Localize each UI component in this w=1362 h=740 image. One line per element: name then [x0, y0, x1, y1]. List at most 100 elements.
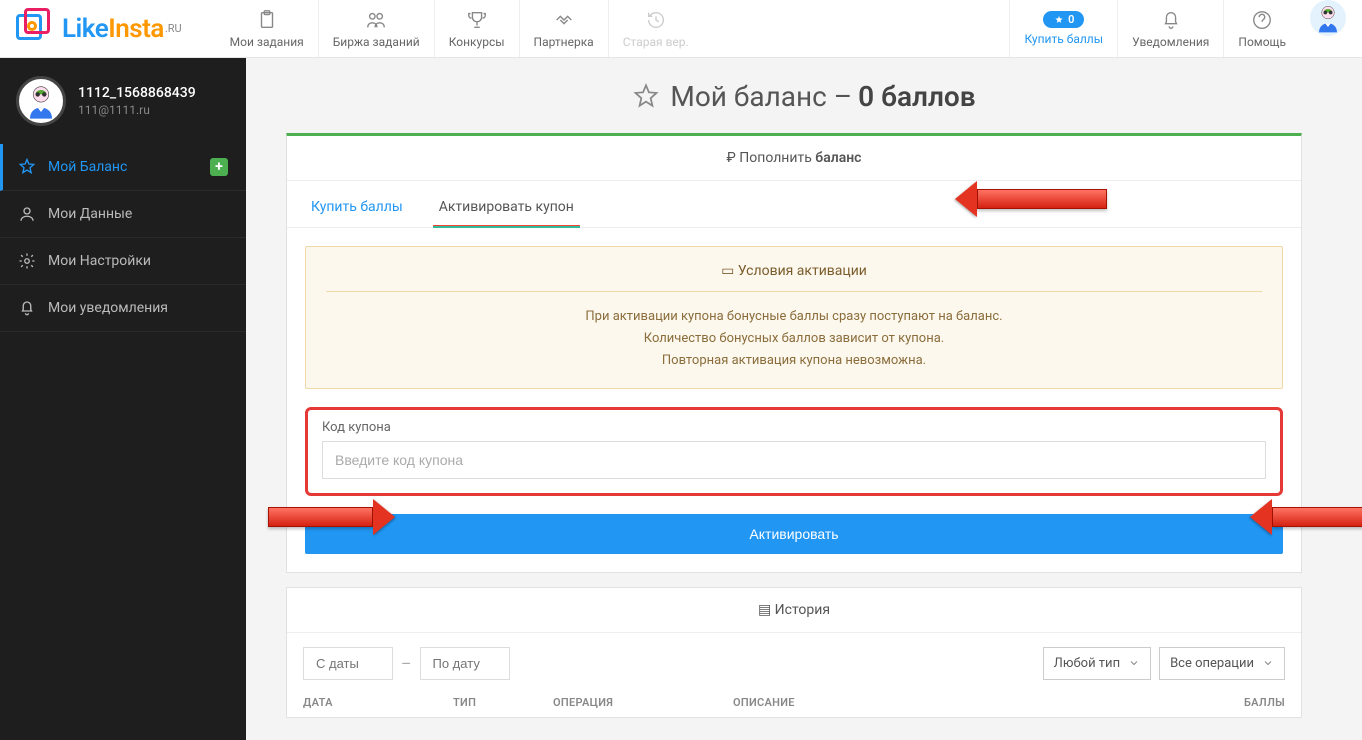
nav-buy-points[interactable]: 0 Купить баллы	[1009, 0, 1117, 57]
history-table-header: ДАТА ТИП ОПЕРАЦИЯ ОПИСАНИЕ БАЛЛЫ	[287, 680, 1301, 717]
coupon-label: Код купона	[322, 420, 1266, 435]
date-separator: –	[393, 654, 420, 673]
coupon-input-highlight: Код купона	[305, 407, 1283, 496]
tabs: Купить баллы Активировать купон	[287, 181, 1301, 228]
clipboard-icon	[256, 9, 278, 31]
nav-old-version[interactable]: Старая вер.	[608, 0, 703, 57]
select-label: Все операции	[1170, 656, 1254, 671]
top-nav-right: 0 Купить баллы Уведомления Помощь	[1009, 0, 1362, 57]
history-filters: – Любой тип Все операции	[287, 633, 1301, 680]
panel-body: ▭ Условия активации При активации купона…	[287, 228, 1301, 572]
panel-header: ₽ Пополнить баланс	[287, 136, 1301, 181]
nav-label: Помощь	[1238, 35, 1286, 49]
star-icon	[632, 83, 660, 111]
logo[interactable]: LikeInsta .RU	[0, 8, 196, 50]
alert-line: Повторная активация купона невозможна.	[326, 350, 1262, 372]
nav-notifications[interactable]: Уведомления	[1117, 0, 1223, 57]
tab-buy-points[interactable]: Купить баллы	[305, 191, 409, 227]
sidebar-item-balance[interactable]: Мой Баланс +	[0, 144, 246, 191]
alert-title-text: Условия активации	[738, 263, 867, 279]
trophy-icon	[466, 9, 488, 31]
sidebar-item-label: Мои Данные	[48, 206, 132, 222]
points-badge: 0	[1043, 11, 1084, 28]
col-date: ДАТА	[303, 696, 453, 709]
bell-icon	[1160, 9, 1182, 31]
bell-icon	[18, 299, 36, 317]
nav-label: Уведомления	[1132, 35, 1209, 49]
sidebar-item-label: Мои Настройки	[48, 253, 151, 269]
badge-value: 0	[1068, 13, 1074, 26]
chevron-down-icon	[1262, 657, 1274, 669]
date-to-input[interactable]	[420, 647, 510, 680]
select-label: Любой тип	[1054, 656, 1120, 671]
user-icon	[18, 205, 36, 223]
nav-partner[interactable]: Партнерка	[519, 0, 608, 57]
logo-icon	[14, 8, 56, 50]
title-prefix: Мой баланс –	[670, 80, 852, 113]
avatar-icon	[19, 79, 63, 123]
activation-conditions: ▭ Условия активации При активации купона…	[305, 246, 1283, 389]
annotation-arrow	[977, 189, 1107, 209]
alert-line: Количество бонусных баллов зависит от ку…	[326, 328, 1262, 350]
title-balance: 0 баллов	[858, 80, 975, 113]
alert-title: ▭ Условия активации	[326, 263, 1262, 292]
page-title: Мой баланс – 0 баллов	[246, 58, 1362, 133]
sidebar-item-settings[interactable]: Мои Настройки	[0, 238, 246, 285]
history-icon	[645, 9, 667, 31]
main-content: Мой баланс – 0 баллов ₽ Пополнить баланс…	[246, 58, 1362, 740]
nav-help[interactable]: Помощь	[1223, 0, 1300, 57]
sidebar-item-label: Мои уведомления	[48, 300, 168, 316]
nav-label: Старая вер.	[623, 35, 689, 49]
operations-select[interactable]: Все операции	[1159, 647, 1285, 680]
sidebar-avatar	[16, 76, 66, 126]
ruble-icon: ₽	[727, 150, 736, 166]
header-avatar[interactable]	[1310, 0, 1346, 36]
avatar-icon	[1310, 0, 1346, 36]
profile-email: 111@1111.ru	[78, 103, 196, 117]
activate-button[interactable]: Активировать	[305, 514, 1283, 554]
ticket-icon: ▭	[721, 263, 734, 279]
balance-panel: ₽ Пополнить баланс Купить баллы Активиро…	[286, 133, 1302, 573]
header: LikeInsta .RU Мои задания Биржа заданий …	[0, 0, 1362, 58]
logo-text: LikeInsta	[62, 14, 164, 44]
tab-activate-coupon[interactable]: Активировать купон	[433, 191, 580, 227]
history-title: История	[775, 602, 830, 618]
nav-label: Партнерка	[534, 35, 594, 49]
history-panel: ▤ История – Любой тип Все операции ДАТА …	[286, 587, 1302, 718]
type-select[interactable]: Любой тип	[1043, 647, 1151, 680]
sidebar-item-label: Мой Баланс	[48, 159, 127, 175]
alert-line: При активации купона бонусные баллы сраз…	[326, 306, 1262, 328]
nav-label: Купить баллы	[1024, 32, 1103, 46]
col-points: БАЛЛЫ	[1185, 696, 1285, 709]
coupon-code-input[interactable]	[322, 441, 1266, 479]
sidebar-item-profile[interactable]: Мои Данные	[0, 191, 246, 238]
nav-my-tasks[interactable]: Мои задания	[216, 0, 318, 57]
col-type: ТИП	[453, 696, 553, 709]
nav-contests[interactable]: Конкурсы	[434, 0, 519, 57]
list-icon: ▤	[758, 602, 771, 618]
sidebar: 1112_1568868439 111@1111.ru Мой Баланс +…	[0, 58, 246, 740]
sidebar-profile[interactable]: 1112_1568868439 111@1111.ru	[0, 58, 246, 144]
top-nav: Мои задания Биржа заданий Конкурсы Партн…	[216, 0, 703, 57]
nav-label: Биржа заданий	[333, 35, 420, 49]
header-bold: баланс	[815, 150, 861, 166]
handshake-icon	[553, 9, 575, 31]
help-icon	[1251, 9, 1273, 31]
nav-label: Мои задания	[230, 35, 304, 49]
gear-icon	[18, 252, 36, 270]
date-from-input[interactable]	[303, 647, 393, 680]
star-icon	[18, 158, 36, 176]
col-description: ОПИСАНИЕ	[733, 696, 1185, 709]
star-icon	[1053, 14, 1065, 26]
annotation-arrow	[268, 507, 373, 527]
profile-username: 1112_1568868439	[78, 85, 196, 101]
nav-exchange[interactable]: Биржа заданий	[318, 0, 434, 57]
chevron-down-icon	[1128, 657, 1140, 669]
col-operation: ОПЕРАЦИЯ	[553, 696, 733, 709]
plus-badge[interactable]: +	[210, 158, 228, 176]
header-text: Пополнить	[739, 150, 812, 166]
sidebar-item-notifications[interactable]: Мои уведомления	[0, 285, 246, 332]
nav-label: Конкурсы	[449, 35, 505, 49]
history-header: ▤ История	[287, 588, 1301, 633]
logo-suffix: .RU	[165, 22, 182, 35]
